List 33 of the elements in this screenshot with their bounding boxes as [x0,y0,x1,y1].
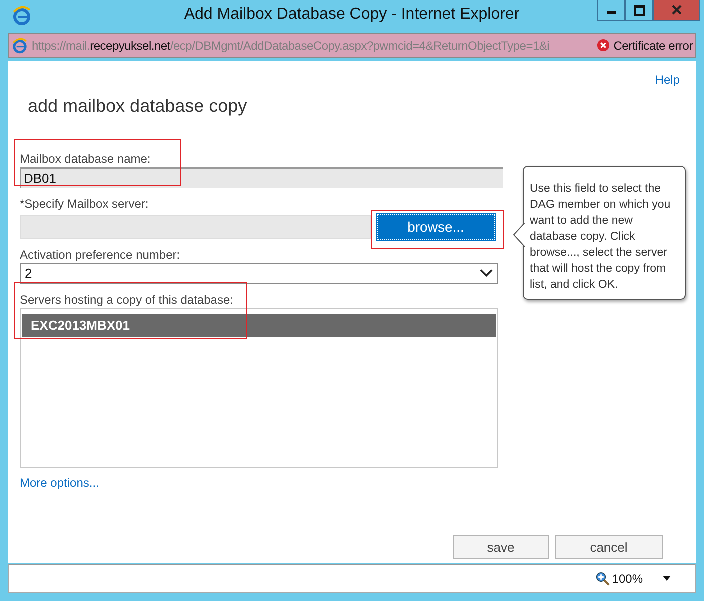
dialog-heading: add mailbox database copy [28,96,248,117]
tooltip-text: Use this field to select the DAG member on which you want to add the new database copy. Click browse..., select the server that will host the copy from list, and click OK. [530,182,672,293]
certificate-error-text[interactable]: Certificate error [614,38,693,52]
field-label: *Specify Mailbox server: [20,196,149,210]
server-list-item[interactable]: EXC2013MBX01 [22,314,496,337]
window-title: Add Mailbox Database Copy - Internet Explorer [184,6,520,24]
minimize-icon [606,11,616,14]
database-name-field[interactable]: DB01 [20,167,503,188]
preference-dropdown[interactable]: 2 [20,263,498,284]
error-icon [596,39,610,52]
cancel-button[interactable]: cancel [555,535,663,559]
browse-button[interactable]: browse... [377,214,495,240]
minimize-button[interactable] [597,0,625,21]
caret-icon[interactable] [663,576,671,581]
zoom-level[interactable]: 100% [612,572,643,586]
help-link[interactable]: Help [655,73,680,87]
maximize-icon [634,4,644,16]
address-bar[interactable]: https://mail.recepyuksel.net/ecp/DBMgmt/AddDatabaseCopy.aspx?pwmcid=4&ReturnObjectType=1&i Certificate error [8,33,696,58]
more-options-link[interactable]: More options... [20,476,100,490]
servers-list[interactable]: EXC2013MBX01 [20,308,498,468]
save-button[interactable]: save [453,535,549,559]
close-icon [672,5,682,15]
field-label: Activation preference number: [20,248,180,262]
chevron-down-icon [480,269,493,278]
browser-logo-icon [12,38,28,54]
maximize-button[interactable] [625,0,653,21]
browser-logo-icon [12,6,32,26]
zoom-icon[interactable] [596,572,610,586]
mailbox-server-field[interactable] [20,215,371,239]
field-label: Mailbox database name: [20,152,151,166]
close-button[interactable] [653,0,700,21]
field-label: Servers hosting a copy of this database: [20,292,234,306]
url-text: https://mail.recepyuksel.net/ecp/DBMgmt/AddDatabaseCopy.aspx?pwmcid=4&ReturnObjectType=1&i [32,38,550,52]
